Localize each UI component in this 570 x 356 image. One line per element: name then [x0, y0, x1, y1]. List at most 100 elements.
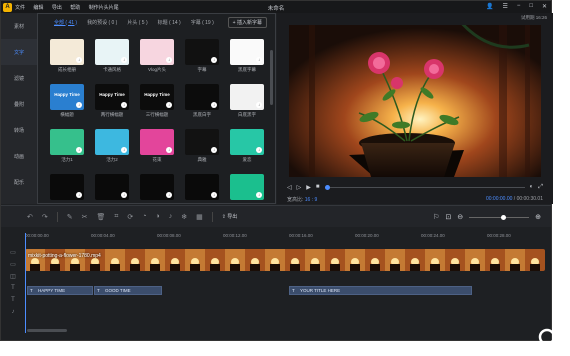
export-button[interactable]: ⇪ 导出 [222, 213, 238, 220]
sidebar-item-text[interactable]: 文字 [1, 39, 37, 65]
next-frame-icon[interactable]: ▷ [297, 184, 302, 191]
minimize-icon[interactable]: − [517, 3, 521, 10]
zoom-handle[interactable] [501, 214, 507, 220]
menu-intro-outro[interactable]: 制作片头片尾 [89, 5, 119, 11]
tab-subtitles[interactable]: 字幕 ( 19 ) [191, 19, 214, 26]
video-clip-name: mixkit-potting-a-flower-1780.mp4 [28, 253, 101, 259]
timeline-scrollbar[interactable] [27, 329, 67, 332]
download-icon[interactable]: ↓ [76, 147, 82, 153]
download-icon[interactable]: ↓ [76, 192, 82, 198]
sidebar-item-animations[interactable]: 动画 [1, 143, 37, 169]
edit-icon[interactable]: ✎ [67, 213, 73, 221]
user-icon[interactable]: 👤 [486, 3, 493, 10]
sidebar-item-filters[interactable]: 滤镜 [1, 65, 37, 91]
tab-presets[interactable]: 我的预设 ( 0 ) [87, 19, 117, 26]
crop-icon[interactable]: ⌗ [114, 213, 118, 221]
text-clip-title[interactable]: T YOUR TITLE HERE [289, 286, 472, 295]
template-tile[interactable]: ↓ [185, 84, 219, 110]
zoom-in-icon[interactable]: ⊕ [535, 213, 541, 221]
template-tile[interactable]: ↓ [140, 129, 174, 155]
template-tile[interactable]: ↓ [50, 39, 84, 65]
menu-help[interactable]: 帮助 [70, 5, 80, 11]
text-clip-happy-time[interactable]: T HAPPY TIME [27, 286, 93, 295]
redo-icon[interactable]: ↷ [42, 213, 48, 221]
sidebar-item-music[interactable]: 配乐 [1, 169, 37, 195]
magnifier-icon[interactable] [536, 326, 562, 352]
maximize-icon[interactable]: □ [529, 3, 533, 10]
progress-handle[interactable] [324, 184, 330, 190]
download-icon[interactable]: ↓ [211, 147, 217, 153]
template-tile[interactable]: ↓ [50, 129, 84, 155]
playback-progress[interactable] [324, 184, 525, 190]
template-tile[interactable]: ↓ [95, 129, 129, 155]
video-clip[interactable]: mixkit-potting-a-flower-1780.mp4 [25, 249, 545, 271]
download-icon[interactable]: ↓ [76, 102, 82, 108]
template-tile[interactable]: ↓ [185, 39, 219, 65]
download-icon[interactable]: ↓ [121, 102, 127, 108]
download-icon[interactable]: ↓ [166, 192, 172, 198]
zoom-slider[interactable] [469, 214, 530, 220]
tab-titles[interactable]: 标题 ( 14 ) [158, 19, 181, 26]
delete-icon[interactable]: 🗑 [97, 213, 106, 221]
sidebar-item-media[interactable]: 素材 [1, 13, 37, 39]
text-clip-good-time[interactable]: T GOOD TIME [94, 286, 162, 295]
aspect-ratio[interactable]: 宽高比: 16 : 9 [287, 196, 317, 203]
undo-icon[interactable]: ↶ [27, 213, 33, 221]
template-tile[interactable]: ↓ [140, 174, 174, 200]
tab-all[interactable]: 全部 ( 41 ) [54, 19, 77, 26]
freeze-icon[interactable]: ❄ [181, 213, 187, 221]
mosaic-icon[interactable]: ▦ [196, 213, 203, 221]
tab-intro[interactable]: 片头 ( 5 ) [127, 19, 147, 26]
download-icon[interactable]: ↓ [121, 147, 127, 153]
menu-file[interactable]: 文件 [15, 5, 25, 11]
menu-edit[interactable]: 编辑 [33, 5, 43, 11]
menu-icon[interactable]: ☰ [502, 3, 507, 10]
download-icon[interactable]: ↓ [211, 57, 217, 63]
template-tile[interactable]: ↓ [230, 129, 264, 155]
color-icon[interactable]: ◑ [155, 213, 159, 220]
add-subtitle-button[interactable]: + 插入新字幕 [227, 16, 267, 28]
template-tile[interactable]: ↓ [95, 39, 129, 65]
volume-icon[interactable]: ◐ [530, 184, 534, 190]
download-icon[interactable]: ↓ [256, 102, 262, 108]
template-tile[interactable]: ↓ [185, 129, 219, 155]
download-icon[interactable]: ↓ [166, 102, 172, 108]
download-icon[interactable]: ↓ [256, 192, 262, 198]
template-tile[interactable]: Happy Time ↓ [140, 84, 174, 110]
split-icon[interactable]: ✂ [82, 213, 88, 221]
download-icon[interactable]: ↓ [121, 57, 127, 63]
download-icon[interactable]: ↓ [256, 147, 262, 153]
playhead[interactable] [25, 233, 26, 333]
prev-frame-icon[interactable]: ◁ [287, 184, 292, 191]
fit-icon[interactable]: ⊡ [445, 213, 451, 221]
template-tile[interactable]: Happy Time ↓ [50, 84, 84, 110]
marker-icon[interactable]: ⚐ [433, 213, 439, 221]
template-tile[interactable]: ↓ [95, 174, 129, 200]
stop-icon[interactable]: ■ [316, 184, 320, 190]
template-tile[interactable]: ↓ [230, 84, 264, 110]
template-tile[interactable]: Happy Time ↓ [95, 84, 129, 110]
download-icon[interactable]: ↓ [211, 102, 217, 108]
play-icon[interactable]: ▶ [306, 184, 311, 191]
close-icon[interactable]: ✕ [542, 3, 547, 10]
template-tile[interactable]: ↓ [185, 174, 219, 200]
template-tile[interactable]: ↓ [50, 174, 84, 200]
download-icon[interactable]: ↓ [76, 57, 82, 63]
sidebar-item-transitions[interactable]: 转场 [1, 117, 37, 143]
download-icon[interactable]: ↓ [211, 192, 217, 198]
download-icon[interactable]: ↓ [121, 192, 127, 198]
library-scrollbar[interactable] [270, 50, 273, 105]
zoom-out-icon[interactable]: ⊖ [457, 213, 463, 221]
download-icon[interactable]: ↓ [166, 147, 172, 153]
rotate-icon[interactable]: ⟳ [127, 213, 133, 221]
menu-export[interactable]: 导出 [52, 5, 62, 11]
template-tile[interactable]: ↓ [140, 39, 174, 65]
sidebar-item-overlays[interactable]: 叠附 [1, 91, 37, 117]
template-tile[interactable]: ↓ [230, 174, 264, 200]
fullscreen-icon[interactable]: ⤢ [538, 184, 543, 191]
speed-icon[interactable]: ◔ [142, 213, 146, 220]
download-icon[interactable]: ↓ [256, 57, 262, 63]
audio-icon[interactable]: ♪ [169, 213, 173, 220]
template-tile[interactable]: ↓ [230, 39, 264, 65]
download-icon[interactable]: ↓ [166, 57, 172, 63]
